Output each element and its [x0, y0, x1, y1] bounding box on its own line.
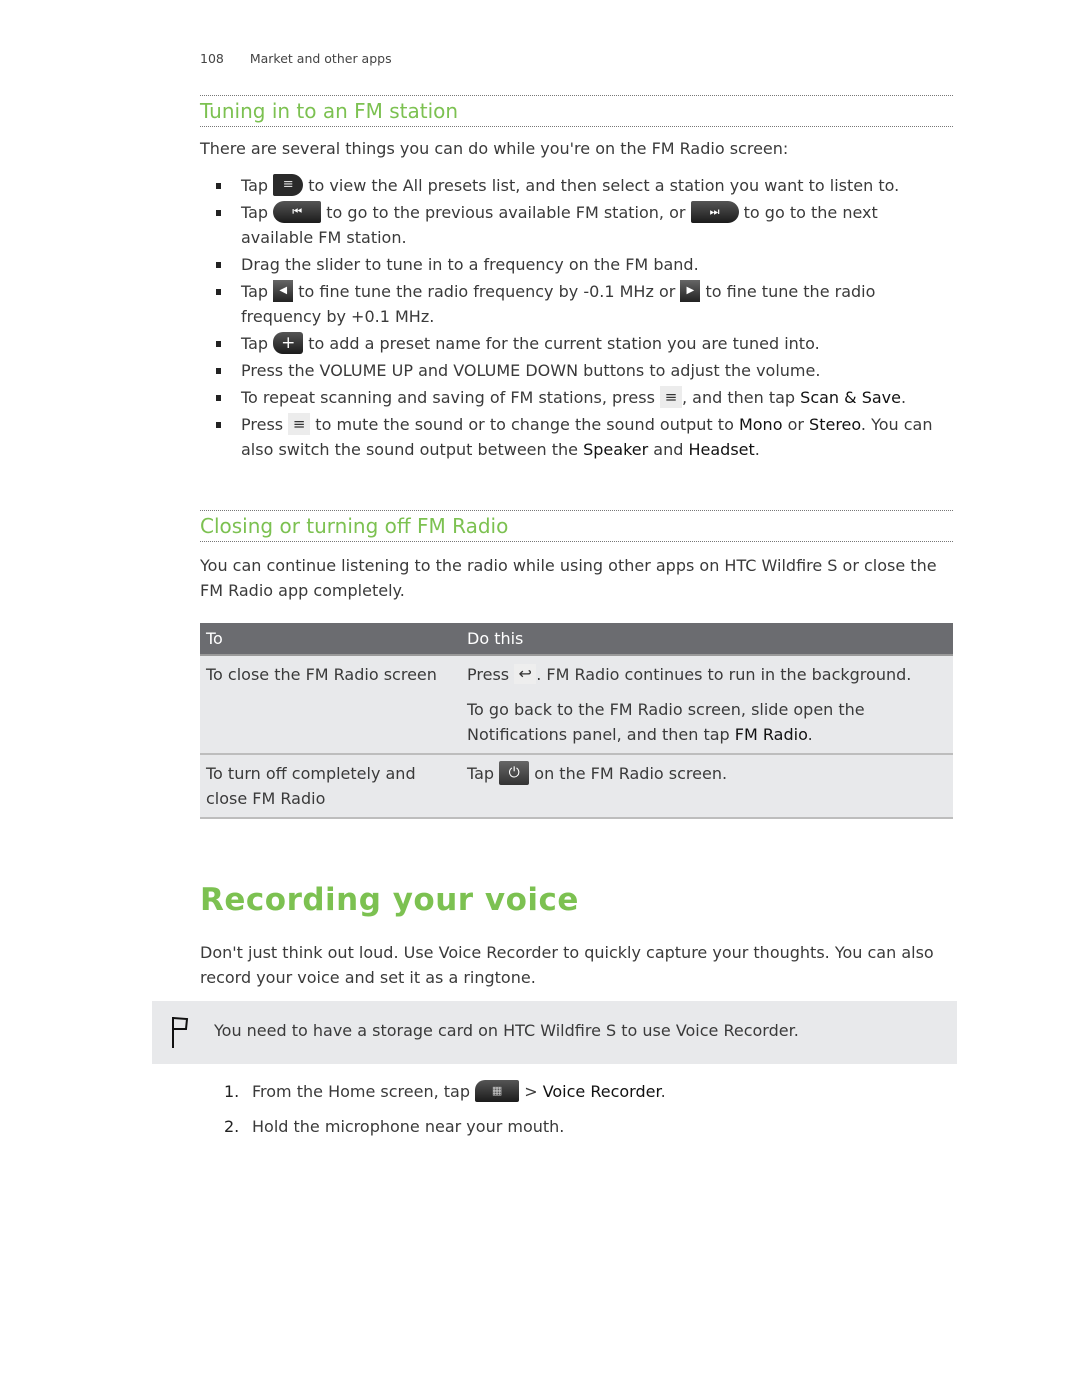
tuning-section: Tuning in to an FM station There are sev… — [200, 95, 953, 464]
menu-icon: ≡ — [288, 412, 311, 435]
bullet-text: Tap — [241, 334, 269, 353]
step-text: From the Home screen, tap — [252, 1082, 470, 1101]
fine-tune-down-icon: ◀ — [273, 279, 294, 302]
tuning-bullets: Tap ≡ to view the All presets list, and … — [200, 173, 953, 462]
next-station-icon: ⏭ — [690, 200, 739, 223]
table-cell-to: To turn off completely and close FM Radi… — [200, 754, 461, 819]
table-header-row: To Do this — [200, 623, 953, 656]
fm-close-table: To Do this To close the FM Radio screen … — [200, 623, 953, 819]
power-icon: ⏻ — [499, 760, 530, 785]
speaker-label: Speaker — [583, 440, 649, 459]
page-number: 108 — [200, 51, 224, 66]
list-item: Press ≡ to mute the sound or to change t… — [200, 412, 953, 462]
bullet-text: Tap — [241, 176, 269, 195]
section-title-closing: Closing or turning off FM Radio — [200, 510, 953, 542]
bullet-text: Tap — [241, 203, 269, 222]
bullet-text: . — [901, 388, 907, 407]
bullet-text: to view the All presets list, and then s… — [308, 176, 900, 195]
previous-station-icon: ⏮ — [273, 200, 322, 223]
section-title-tuning: Tuning in to an FM station — [200, 95, 953, 127]
table-cell-to: To close the FM Radio screen — [200, 655, 461, 755]
cell-text: . FM Radio continues to run in the backg… — [536, 665, 912, 684]
list-item: Press the VOLUME UP and VOLUME DOWN butt… — [200, 358, 953, 383]
bullet-text: . — [754, 440, 760, 459]
menu-icon: ≡ — [660, 385, 682, 408]
bullet-text: and — [653, 440, 684, 459]
chapter-title: Market and other apps — [249, 51, 392, 66]
table-row: To turn off completely and close FM Radi… — [200, 754, 953, 819]
voice-recorder-label: Voice Recorder — [542, 1082, 661, 1101]
cell-text: Tap — [467, 764, 495, 783]
column-header-do-this: Do this — [461, 623, 953, 656]
cell-paragraph: Press ↩. FM Radio continues to run in th… — [467, 662, 947, 687]
step-text: Hold the microphone near your mouth. — [252, 1117, 565, 1136]
step-number: 2. — [224, 1117, 240, 1136]
list-item: To repeat scanning and saving of FM stat… — [200, 385, 953, 410]
table-cell-do: Press ↩. FM Radio continues to run in th… — [461, 655, 953, 755]
step-number: 1. — [224, 1082, 240, 1101]
bullet-text: Tap — [241, 282, 269, 301]
bullet-text: Press the VOLUME UP and VOLUME DOWN butt… — [241, 361, 821, 380]
list-item: Tap + to add a preset name for the curre… — [200, 331, 953, 356]
list-item: 1. From the Home screen, tap ▦ > Voice R… — [200, 1079, 666, 1104]
all-apps-icon: ▦ — [475, 1079, 520, 1102]
column-header-to: To — [200, 623, 461, 656]
scan-save-label: Scan & Save — [800, 388, 901, 407]
bullet-text: to add a preset name for the current sta… — [308, 334, 820, 353]
list-item: Tap ◀ to fine tune the radio frequency b… — [200, 279, 953, 329]
chapter-heading-recording: Recording your voice — [200, 882, 579, 918]
cell-paragraph: Tap ⏻ on the FM Radio screen. — [467, 760, 947, 787]
bullet-text: to go to the previous available FM stati… — [326, 203, 686, 222]
closing-section: Closing or turning off FM Radio You can … — [200, 510, 953, 819]
page-header: 108 Market and other apps — [200, 51, 392, 66]
cell-text: To turn off completely and close FM Radi… — [206, 764, 416, 808]
cell-text: . — [807, 725, 813, 744]
table-row: To close the FM Radio screen Press ↩. FM… — [200, 655, 953, 755]
add-preset-icon: + — [273, 331, 304, 354]
bullet-text: Drag the slider to tune in to a frequenc… — [241, 255, 699, 274]
bullet-text: to mute the sound or to change the sound… — [315, 415, 734, 434]
cell-text: To close the FM Radio screen — [206, 665, 437, 684]
fm-radio-label: FM Radio — [734, 725, 808, 744]
recording-steps: 1. From the Home screen, tap ▦ > Voice R… — [200, 1079, 666, 1149]
closing-intro: You can continue listening to the radio … — [200, 556, 937, 600]
list-item: 2. Hold the microphone near your mouth. — [200, 1114, 666, 1139]
bullet-text: To repeat scanning and saving of FM stat… — [241, 388, 655, 407]
table-cell-do: Tap ⏻ on the FM Radio screen. — [461, 754, 953, 819]
bullet-text: , and then tap — [682, 388, 796, 407]
list-item: Drag the slider to tune in to a frequenc… — [200, 252, 953, 277]
note-text: You need to have a storage card on HTC W… — [214, 1021, 799, 1040]
tuning-intro: There are several things you can do whil… — [200, 139, 789, 158]
list-item: Tap ⏮ to go to the previous available FM… — [200, 200, 953, 250]
bullet-text: Press — [241, 415, 284, 434]
presets-list-icon: ≡ — [273, 173, 304, 196]
fine-tune-up-icon: ▶ — [680, 279, 701, 302]
headset-label: Headset — [688, 440, 755, 459]
cell-text: on the FM Radio screen. — [534, 764, 728, 783]
step-text: . — [660, 1082, 666, 1101]
flag-icon — [172, 1017, 189, 1048]
bullet-text: to fine tune the radio frequency by -0.1… — [298, 282, 676, 301]
note-box: You need to have a storage card on HTC W… — [152, 1001, 957, 1064]
list-item: Tap ≡ to view the All presets list, and … — [200, 173, 953, 198]
bullet-text: or — [787, 415, 804, 434]
cell-text: Press — [467, 665, 510, 684]
cell-paragraph: To go back to the FM Radio screen, slide… — [467, 697, 947, 747]
mono-label: Mono — [738, 415, 783, 434]
step-text: > — [524, 1082, 538, 1101]
back-icon: ↩ — [514, 663, 537, 684]
recording-intro: Don't just think out loud. Use Voice Rec… — [200, 943, 934, 987]
stereo-label: Stereo — [809, 415, 861, 434]
